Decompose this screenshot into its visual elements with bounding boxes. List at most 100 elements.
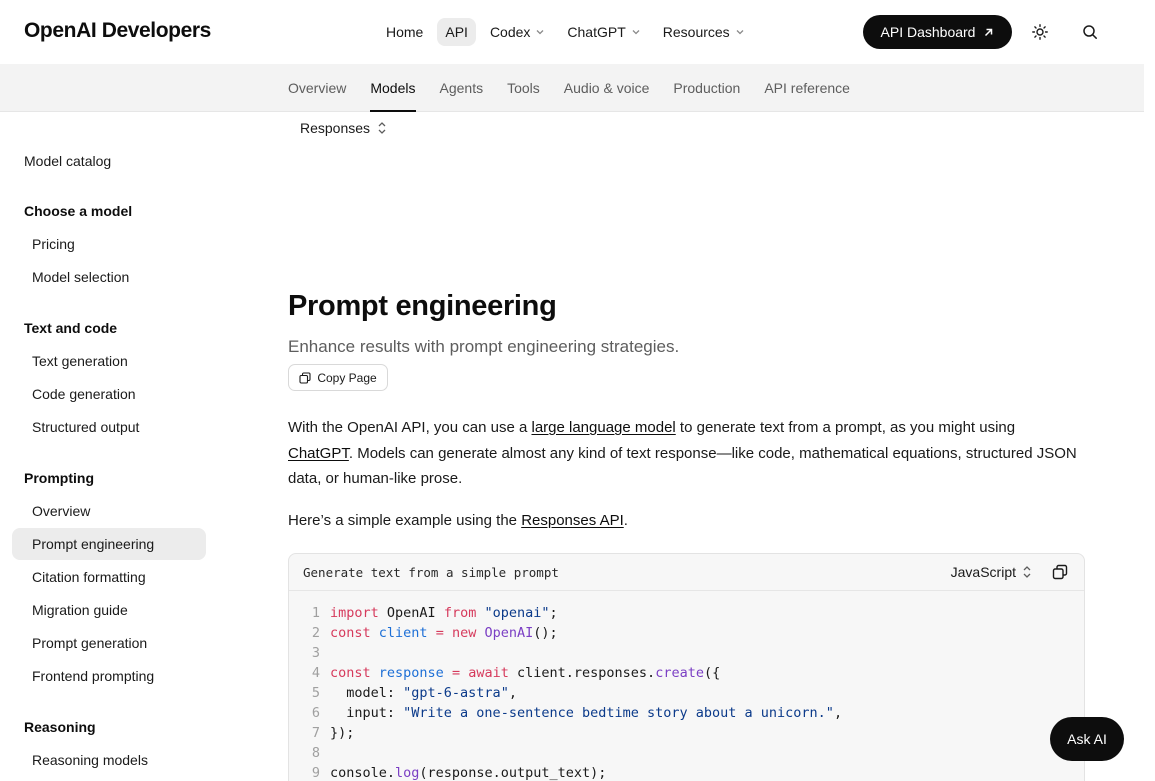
search-button[interactable] [1080,22,1100,42]
copy-page-label: Copy Page [317,370,377,385]
chevron-up-down-icon [1023,566,1031,578]
code-text: input: "Write a one-sentence bedtime sto… [330,705,843,721]
chevron-down-icon [536,30,544,35]
api-selector-value: Responses [300,120,371,136]
sidebar: Model catalog Choose a model Pricing Mod… [0,112,220,781]
top-navigation-bar: OpenAI Developers Home API Codex ChatGPT… [0,0,1144,64]
intro-text-1: With the OpenAI API, you can use a [288,419,532,436]
code-body: 1 import OpenAI from "openai"; 2 const clie… [289,591,1084,781]
code-block-header: Generate text from a simple prompt JavaS… [289,554,1084,591]
nav-chatgpt[interactable]: ChatGPT [559,18,648,46]
sidebar-heading-reasoning: Reasoning [24,719,96,735]
code-text: }); [330,725,355,741]
code-text: console.log(response.output_text); [330,765,607,781]
tab-overview[interactable]: Overview [288,64,346,112]
tab-production[interactable]: Production [673,64,740,112]
line-number: 7 [311,725,320,741]
code-line: 4 const response = await client.responses… [289,663,1084,683]
top-nav: Home API Codex ChatGPT Resources [378,18,753,46]
line-number: 8 [311,745,320,761]
link-large-language-model[interactable]: large language model [531,419,675,436]
tab-api-reference[interactable]: API reference [764,64,850,112]
code-line: 8 [289,743,1084,763]
line-number: 5 [311,685,320,701]
code-line: 2 const client = new OpenAI(); [289,623,1084,643]
code-text: model: "gpt-6-astra", [330,685,517,701]
nav-home[interactable]: Home [378,18,431,46]
code-line: 3 [289,643,1084,663]
code-line: 9 console.log(response.output_text); [289,763,1084,781]
sidebar-item-migration-guide[interactable]: Migration guide [12,594,206,626]
code-text: import OpenAI from "openai"; [330,605,558,621]
chevron-up-down-icon [378,122,386,134]
line-number: 3 [311,645,320,661]
nav-resources[interactable]: Resources [655,18,753,46]
arrow-up-right-icon [985,28,993,36]
intro-text-2: to generate text from a prompt, as you m… [675,419,1016,436]
code-block: Generate text from a simple prompt JavaS… [288,553,1085,781]
sun-icon [1032,24,1048,40]
sidebar-heading-text-and-code: Text and code [24,320,118,336]
nav-api[interactable]: API [437,18,476,46]
nav-codex[interactable]: Codex [482,18,553,46]
nav-chatgpt-label: ChatGPT [567,24,626,40]
theme-toggle-button[interactable] [1030,22,1050,42]
sidebar-heading-choose-a-model: Choose a model [24,203,133,219]
code-block-title: Generate text from a simple prompt [303,564,559,580]
section-tabs: Overview Models Agents Tools Audio & voi… [288,64,850,112]
page-title: Prompt engineering [288,290,557,322]
api-selector-dropdown[interactable]: Responses [300,120,387,136]
code-text: const response = await client.responses.… [330,665,721,681]
link-chatgpt[interactable]: ChatGPT [288,445,349,462]
line-number: 1 [311,605,320,621]
tab-agents[interactable]: Agents [440,64,484,112]
sidebar-item-model-catalog[interactable]: Model catalog [24,153,111,169]
sidebar-item-prompt-generation[interactable]: Prompt generation [12,627,206,659]
nav-resources-label: Resources [662,24,730,40]
example-text-2: . [623,512,628,529]
language-selector[interactable]: JavaScript [951,564,1032,580]
sidebar-item-reasoning-models[interactable]: Reasoning models [12,744,206,776]
code-line: 1 import OpenAI from "openai"; [289,603,1084,623]
site-logo[interactable]: OpenAI Developers [24,19,211,43]
sidebar-item-pricing[interactable]: Pricing [12,228,206,260]
sidebar-item-structured-output[interactable]: Structured output [12,411,206,443]
line-number: 6 [311,705,320,721]
sidebar-item-model-selection[interactable]: Model selection [12,261,206,293]
ask-ai-button[interactable]: Ask AI [1050,717,1124,761]
section-tabs-bar: Overview Models Agents Tools Audio & voi… [0,64,1144,112]
code-text: const client = new OpenAI(); [330,625,558,641]
line-number: 2 [311,625,320,641]
page-subtitle: Enhance results with prompt engineering … [288,337,680,356]
sidebar-item-overview[interactable]: Overview [12,495,206,527]
tab-models[interactable]: Models [370,64,416,112]
nav-api-label: API [445,24,468,40]
language-selector-value: JavaScript [950,564,1016,580]
api-dashboard-label: API Dashboard [880,24,976,40]
chevron-down-icon [632,30,640,35]
copy-icon [299,371,311,384]
nav-codex-label: Codex [489,24,531,40]
line-number: 4 [311,665,320,681]
copy-page-button[interactable]: Copy Page [288,364,388,391]
chevron-down-icon [736,30,744,35]
sidebar-item-citation-formatting[interactable]: Citation formatting [12,561,206,593]
sidebar-item-text-generation[interactable]: Text generation [12,345,206,377]
sidebar-item-prompt-engineering[interactable]: Prompt engineering [12,528,206,560]
intro-text-3: . Models can generate almost any kind of… [288,444,1077,488]
example-paragraph: Here’s a simple example using the Respon… [288,508,1078,534]
nav-home-label: Home [386,24,424,40]
code-line: 6 input: "Write a one-sentence bedtime s… [289,703,1084,723]
tab-audio-voice[interactable]: Audio & voice [564,64,650,112]
link-responses-api[interactable]: Responses API [521,512,624,529]
search-icon [1083,25,1097,39]
tab-tools[interactable]: Tools [507,64,540,112]
sidebar-item-frontend-prompting[interactable]: Frontend prompting [12,660,206,692]
copy-code-icon[interactable] [1052,564,1068,580]
line-number: 9 [311,765,320,781]
example-text-1: Here’s a simple example using the [288,512,522,529]
sidebar-heading-prompting: Prompting [24,470,94,486]
sidebar-item-code-generation[interactable]: Code generation [12,378,206,410]
code-line: 7}); [289,723,1084,743]
api-dashboard-button[interactable]: API Dashboard [863,15,1012,49]
